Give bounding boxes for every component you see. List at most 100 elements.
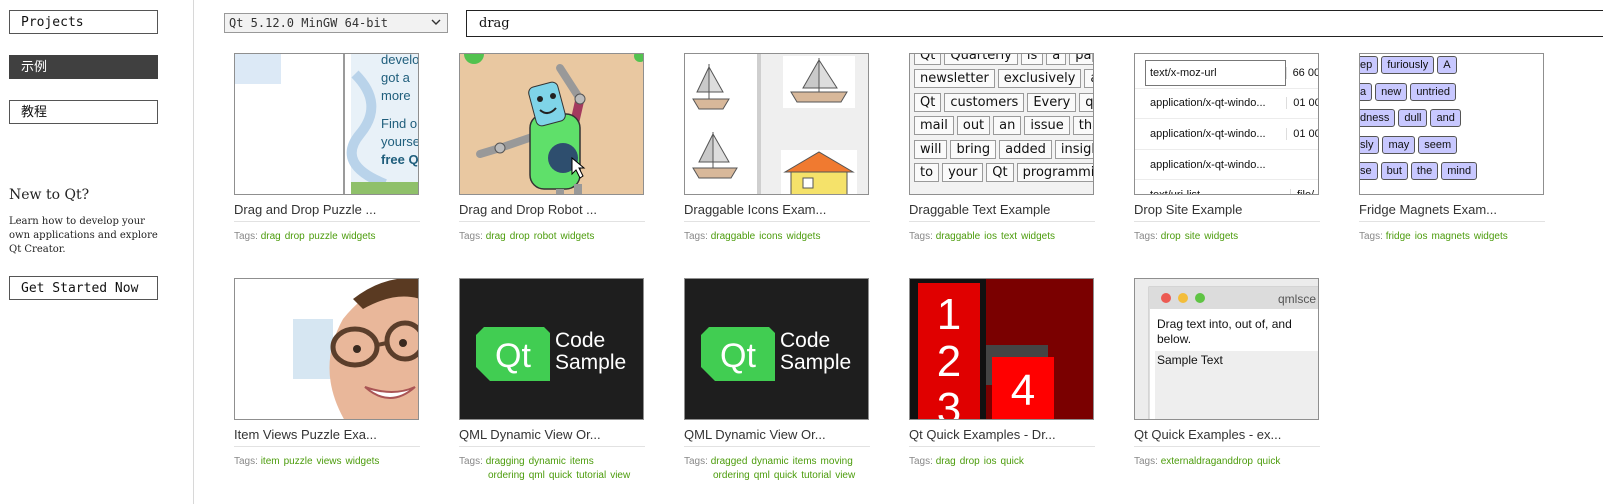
example-title[interactable]: Item Views Puzzle Exa... — [234, 427, 420, 442]
tag-link[interactable]: drag — [261, 231, 281, 242]
word-label: pape — [1069, 54, 1093, 65]
tag-link[interactable]: drop — [510, 231, 530, 242]
tag-link[interactable]: view — [835, 470, 855, 481]
kit-selector[interactable]: Qt 5.12.0 MinGW 64-bit — [224, 13, 448, 33]
tag-link[interactable]: ordering — [488, 470, 525, 481]
tag-link[interactable]: ios — [984, 456, 997, 467]
word-label: out — [956, 116, 991, 136]
tutorials-button[interactable]: 教程 — [9, 100, 158, 124]
tag-link[interactable]: icons — [759, 231, 782, 242]
tag-link[interactable]: ios — [1415, 231, 1428, 242]
tag-link[interactable]: dragging — [486, 456, 525, 467]
get-started-button[interactable]: Get Started Now — [9, 276, 158, 300]
example-title[interactable]: Qt Quick Examples - ex... — [1134, 427, 1320, 442]
tag-link[interactable]: widgets — [787, 231, 821, 242]
table-cell: 01 00 — [1286, 97, 1318, 110]
example-title[interactable]: Drag and Drop Puzzle ... — [234, 202, 420, 217]
divider — [909, 446, 1095, 447]
example-thumbnail-qml-dynamic-view-2[interactable]: Qt Code Sample — [684, 278, 869, 420]
tag-link[interactable]: robot — [534, 231, 557, 242]
tag-link[interactable]: ios — [984, 231, 997, 242]
tag-link[interactable]: drop — [285, 231, 305, 242]
tag-link[interactable]: externaldraganddrop — [1161, 456, 1253, 467]
code-sample-line1: Code — [780, 329, 830, 352]
magnet-word: mind — [1441, 162, 1478, 181]
tag-link[interactable]: widgets — [1474, 231, 1508, 242]
example-title[interactable]: Drag and Drop Robot ... — [459, 202, 645, 217]
close-icon — [1161, 293, 1171, 303]
tag-link[interactable]: widgets — [1021, 231, 1055, 242]
example-title[interactable]: Qt Quick Examples - Dr... — [909, 427, 1095, 442]
tag-link[interactable]: site — [1185, 231, 1201, 242]
magnet-word: a — [1360, 82, 1373, 101]
tag-link[interactable]: item — [261, 456, 280, 467]
tag-link[interactable]: puzzle — [284, 456, 313, 467]
example-tags: Tags: drag drop robot widgets — [459, 230, 645, 244]
tag-link[interactable]: drop — [1161, 231, 1181, 242]
tag-link[interactable]: widgets — [561, 231, 595, 242]
example-title[interactable]: QML Dynamic View Or... — [459, 427, 645, 442]
tag-link[interactable]: moving — [821, 456, 853, 467]
tag-link[interactable]: draggable — [936, 231, 980, 242]
tag-link[interactable]: quick — [1257, 456, 1280, 467]
tag-link[interactable]: view — [610, 470, 630, 481]
tag-link[interactable]: dynamic — [751, 456, 788, 467]
tag-link[interactable]: text — [1001, 231, 1017, 242]
tags-label: Tags: — [234, 231, 258, 242]
example-thumbnail-qt-quick-external[interactable]: qmlsce Drag text into, out of, and below… — [1134, 278, 1319, 420]
tag-link[interactable]: widgets — [342, 231, 376, 242]
example-thumbnail-draggable-icons[interactable] — [684, 53, 869, 195]
tag-link[interactable]: drop — [960, 456, 980, 467]
examples-button[interactable]: 示例 — [9, 55, 158, 79]
tag-link[interactable]: widgets — [1204, 231, 1238, 242]
tag-link[interactable]: views — [317, 456, 342, 467]
word-grid: QtQuarterlyisapapenewsletterexclusivelya… — [914, 54, 1093, 186]
table-cell: text/uri-list — [1135, 189, 1290, 194]
tag-link[interactable]: fridge — [1386, 231, 1411, 242]
tag-link[interactable]: qml — [754, 470, 770, 481]
example-thumbnail-item-views-puzzle[interactable] — [234, 278, 419, 420]
tag-link[interactable]: quick — [549, 470, 572, 481]
example-tags: Tags: item puzzle views widgets — [234, 455, 420, 469]
tag-link[interactable]: drag — [486, 231, 506, 242]
example-title[interactable]: Fridge Magnets Exam... — [1359, 202, 1545, 217]
example-thumbnail-drag-drop-puzzle[interactable]: develo got a more Find o yourse free Q — [234, 53, 419, 195]
example-thumbnail-drag-drop-robot[interactable] — [459, 53, 644, 195]
example-title[interactable]: Drop Site Example — [1134, 202, 1320, 217]
tag-link[interactable]: dragged — [711, 456, 748, 467]
projects-button[interactable]: Projects — [9, 10, 158, 34]
example-thumbnail-qt-quick-drag[interactable]: 1 2 3 4 — [909, 278, 1094, 420]
example-title[interactable]: QML Dynamic View Or... — [684, 427, 870, 442]
tags-label: Tags: — [1359, 231, 1383, 242]
example-title[interactable]: Draggable Icons Exam... — [684, 202, 870, 217]
tag-link[interactable]: tutorial — [576, 470, 606, 481]
minimize-icon — [1178, 293, 1188, 303]
format-table: Formattext/x-moz-url66 00application/x-q… — [1135, 54, 1318, 194]
tag-link[interactable]: tutorial — [801, 470, 831, 481]
tag-link[interactable]: dynamic — [529, 456, 566, 467]
word-label: your — [942, 162, 984, 182]
tag-link[interactable]: quick — [774, 470, 797, 481]
tag-link[interactable]: ordering — [713, 470, 750, 481]
tag-link[interactable]: quick — [1001, 456, 1024, 467]
example-thumbnail-qml-dynamic-view-1[interactable]: Qt Code Sample — [459, 278, 644, 420]
example-thumbnail-drop-site[interactable]: Formattext/x-moz-url66 00application/x-q… — [1134, 53, 1319, 195]
chevron-down-icon — [431, 19, 441, 25]
magnet-word: se — [1360, 162, 1378, 181]
tag-link[interactable]: qml — [529, 470, 545, 481]
magnet-word: ep — [1360, 56, 1379, 74]
tag-link[interactable]: drag — [936, 456, 956, 467]
tag-link[interactable]: widgets — [346, 456, 380, 467]
divider — [459, 221, 645, 222]
tag-link[interactable]: puzzle — [309, 231, 338, 242]
example-thumbnail-draggable-text[interactable]: QtQuarterlyisapapenewsletterexclusivelya… — [909, 53, 1094, 195]
tag-link[interactable]: items — [793, 456, 817, 467]
example-title[interactable]: Draggable Text Example — [909, 202, 1095, 217]
tag-link[interactable]: magnets — [1432, 231, 1470, 242]
search-input[interactable] — [466, 10, 1603, 37]
puzzle-text-line: more — [381, 88, 411, 103]
example-thumbnail-fridge-magnets[interactable]: ep furiously Aa new untried dness dull and sly ma… — [1359, 53, 1544, 195]
word-label: Every — [1027, 92, 1077, 112]
tag-link[interactable]: items — [570, 456, 594, 467]
tag-link[interactable]: draggable — [711, 231, 755, 242]
